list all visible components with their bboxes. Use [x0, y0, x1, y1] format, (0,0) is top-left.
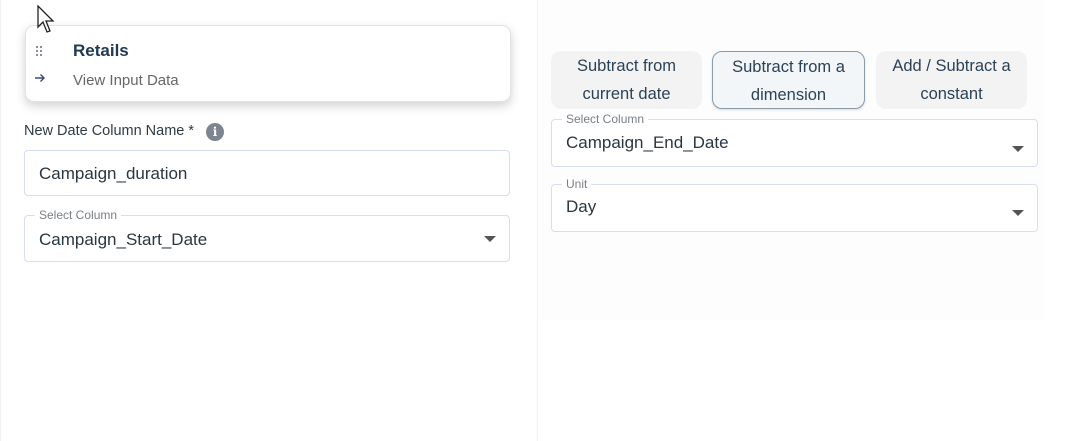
tab-label-line1: Subtract from	[576, 57, 677, 75]
select-column-dropdown[interactable]: Select Column Campaign_Start_Date	[24, 208, 510, 262]
arrow-right-icon	[35, 74, 45, 82]
chevron-down-icon[interactable]	[1012, 210, 1024, 216]
new-date-column-label: New Date Column Name *	[24, 123, 195, 139]
mouse-cursor-icon	[37, 5, 55, 33]
select-column-legend: Select Column	[35, 208, 122, 222]
select-column-value: Campaign_Start_Date	[39, 230, 208, 249]
tab-label-line1: Subtract from a	[732, 58, 845, 76]
tab-add-subtract-constant[interactable]: Add / Subtract a constant	[876, 51, 1027, 109]
chevron-down-icon[interactable]	[1012, 146, 1024, 152]
select-end-column-dropdown[interactable]: Select Column Campaign_End_Date	[551, 112, 1038, 167]
tab-label-line1: Add / Subtract a	[892, 57, 1011, 75]
tab-label-line2: constant	[920, 85, 983, 103]
new-date-column-input[interactable]: Campaign_duration	[24, 150, 510, 196]
node-title: Retails	[73, 41, 129, 60]
view-input-data-link[interactable]: View Input Data	[73, 72, 179, 89]
chevron-down-icon[interactable]	[484, 236, 496, 242]
new-date-column-value: Campaign_duration	[39, 164, 188, 183]
info-icon[interactable]: i	[206, 123, 224, 141]
tab-subtract-from-dimension[interactable]: Subtract from a dimension	[712, 51, 865, 109]
node-card[interactable]: Retails View Input Data	[25, 25, 511, 102]
tab-subtract-from-current-date[interactable]: Subtract from current date	[551, 51, 702, 109]
unit-dropdown[interactable]: Unit Day	[551, 177, 1038, 232]
select-column-legend: Select Column	[562, 112, 649, 126]
tab-label-line2: current date	[582, 85, 671, 103]
drag-handle-icon[interactable]	[35, 45, 43, 57]
tab-label-line2: dimension	[750, 86, 827, 104]
unit-value: Day	[566, 197, 597, 216]
unit-legend: Unit	[562, 177, 592, 191]
select-end-column-value: Campaign_End_Date	[566, 133, 729, 152]
